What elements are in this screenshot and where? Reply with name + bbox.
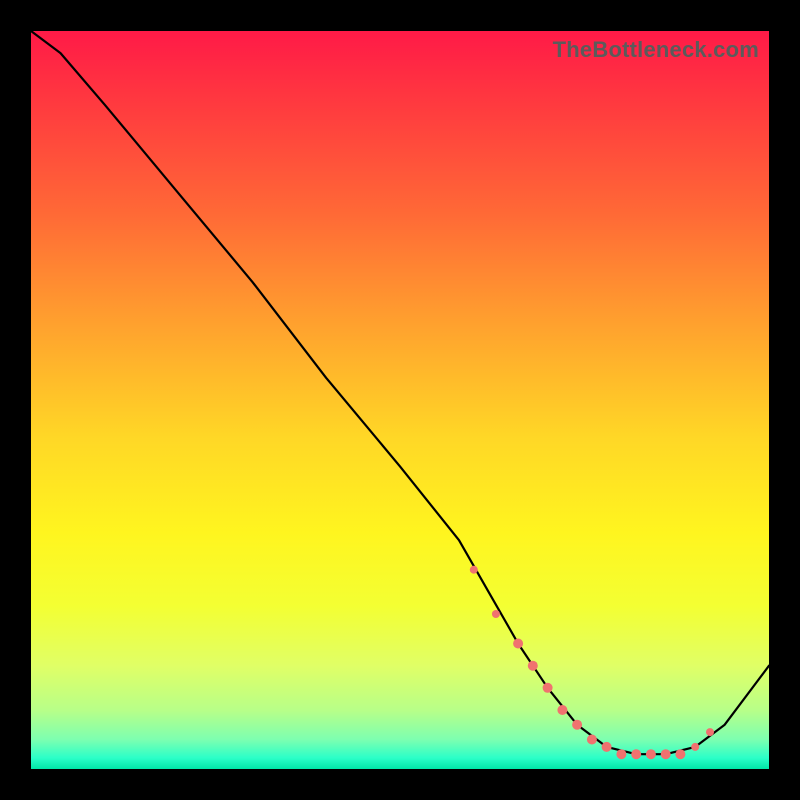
data-marker [661, 749, 671, 759]
data-marker [631, 749, 641, 759]
data-marker [470, 566, 478, 574]
chart-stage: TheBottleneck.com [0, 0, 800, 800]
chart-svg [31, 31, 769, 769]
data-marker [528, 661, 538, 671]
plot-area: TheBottleneck.com [31, 31, 769, 769]
data-marker [691, 743, 699, 751]
data-marker [616, 749, 626, 759]
data-marker [706, 728, 714, 736]
bottleneck-curve [31, 31, 769, 754]
data-marker [557, 705, 567, 715]
data-marker [675, 749, 685, 759]
data-marker [492, 610, 500, 618]
data-marker [543, 683, 553, 693]
data-marker [587, 735, 597, 745]
data-marker [513, 639, 523, 649]
data-marker [572, 720, 582, 730]
data-marker [646, 749, 656, 759]
data-marker [602, 742, 612, 752]
